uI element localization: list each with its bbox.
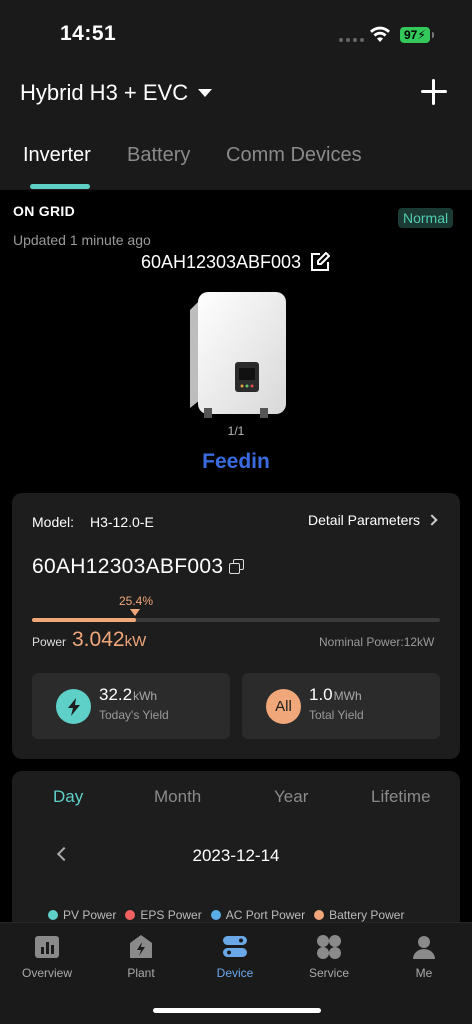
lightning-icon: [56, 689, 91, 724]
model-value: H3-12.0-E: [90, 514, 154, 530]
nav-service[interactable]: Service: [282, 933, 376, 980]
copy-icon[interactable]: [229, 559, 245, 575]
battery-level: 97: [404, 28, 418, 42]
work-mode: Feedin: [202, 450, 270, 473]
today-yield-value: 32.2: [99, 685, 133, 704]
battery-indicator: 97⚡: [400, 27, 434, 43]
legend-label: PV Power: [63, 908, 117, 922]
legend-item-eps-power[interactable]: EPS Power: [125, 908, 202, 922]
device-pager: 1/1: [227, 424, 245, 438]
device-tabs: Inverter Battery Comm Devices: [0, 140, 472, 190]
station-selector[interactable]: Hybrid H3 + EVC: [20, 80, 213, 106]
period-tab-lifetime[interactable]: Lifetime: [371, 787, 431, 807]
nav-overview[interactable]: Overview: [0, 933, 94, 980]
power-unit: kW: [124, 633, 147, 650]
power-value-row: 3.042kW: [72, 628, 146, 652]
chart-icon: [35, 936, 59, 958]
serial-copy-row: 60AH12303ABF003: [32, 555, 245, 579]
tab-battery[interactable]: Battery: [127, 144, 190, 167]
device-icon: [223, 936, 247, 957]
grid-status: ON GRID: [13, 203, 75, 219]
nav-plant[interactable]: Plant: [94, 933, 188, 980]
app-header: Hybrid H3 + EVC Inverter Battery Comm De…: [0, 64, 472, 190]
inverter-serial-large: 60AH12303ABF003: [32, 555, 224, 578]
legend-dot: [125, 910, 136, 920]
add-button[interactable]: [418, 76, 450, 108]
legend-label: Battery Power: [329, 908, 405, 922]
model-label: Model:: [32, 514, 75, 530]
total-yield-label: Total Yield: [309, 708, 364, 722]
nav-label: Service: [308, 966, 349, 980]
inverter-detail-card: Model: H3-12.0-E Detail Parameters 60AH1…: [12, 493, 460, 759]
legend-item-pv-power[interactable]: PV Power: [48, 908, 116, 922]
nominal-power: Nominal Power:12kW: [319, 635, 435, 649]
legend-dot: [210, 910, 221, 920]
plant-icon: [130, 935, 152, 958]
power-chart-card: Day Month Year Lifetime 2023-12-14 PV Po…: [12, 771, 460, 931]
nav-label: Overview: [21, 966, 72, 980]
period-tab-month[interactable]: Month: [154, 787, 201, 807]
legend-dot: [314, 910, 325, 920]
total-yield-unit: MWh: [333, 689, 362, 703]
power-label: Power: [32, 635, 67, 649]
period-tab-year[interactable]: Year: [274, 787, 308, 807]
detail-parameters-link[interactable]: Detail Parameters: [308, 512, 438, 528]
nav-label: Me: [415, 966, 433, 980]
chart-legend: PV Power EPS Power AC Port Power Battery…: [48, 908, 404, 922]
progress-marker-icon: [130, 609, 140, 616]
today-yield-unit: kWh: [133, 689, 158, 703]
tab-comm-devices[interactable]: Comm Devices: [226, 144, 362, 167]
legend-label: AC Port Power: [225, 908, 306, 922]
nav-me[interactable]: Me: [377, 933, 471, 980]
person-icon: [413, 936, 435, 959]
inverter-serial: 60AH12303ABF003: [140, 251, 302, 272]
total-yield-value-row: 1.0MWh: [309, 685, 362, 705]
chevron-right-icon: [426, 514, 438, 526]
nav-device[interactable]: Device: [188, 933, 282, 980]
progress-percent: 25.4%: [119, 594, 154, 608]
status-badge: Normal: [398, 208, 454, 228]
status-bar: 14:51 97⚡: [0, 0, 472, 64]
power-value: 3.042: [72, 628, 125, 651]
charging-icon: ⚡: [417, 28, 426, 42]
period-tab-day[interactable]: Day: [53, 787, 83, 807]
legend-label: EPS Power: [140, 908, 202, 922]
today-yield-label: Today's Yield: [99, 708, 169, 722]
total-yield-icon: All: [266, 689, 301, 724]
detail-parameters-label: Detail Parameters: [308, 512, 421, 528]
legend-item-battery-power[interactable]: Battery Power: [314, 908, 404, 922]
power-progress-fill: [32, 618, 136, 622]
total-yield-value: 1.0: [309, 685, 333, 704]
home-indicator[interactable]: [153, 1008, 321, 1013]
station-name: Hybrid H3 + EVC: [20, 80, 189, 105]
updated-time: Updated 1 minute ago: [13, 232, 151, 248]
wifi-icon: [370, 26, 390, 42]
today-yield-value-row: 32.2kWh: [99, 685, 157, 705]
tab-inverter[interactable]: Inverter: [23, 144, 91, 167]
grid-icon: [317, 935, 341, 959]
inverter-image: [190, 292, 286, 418]
caret-down-icon: [198, 89, 213, 97]
tab-indicator: [30, 184, 90, 189]
cellular-signal-icon: [339, 38, 364, 42]
edit-icon[interactable]: [309, 251, 331, 273]
total-yield-box: All 1.0MWh Total Yield: [242, 673, 440, 739]
nav-label: Device: [216, 966, 254, 980]
nav-label: Plant: [127, 966, 155, 980]
legend-dot: [48, 910, 58, 920]
power-progress-bar: [32, 618, 440, 622]
serial-row: 60AH12303ABF003: [0, 251, 472, 273]
today-yield-box: 32.2kWh Today's Yield: [32, 673, 230, 739]
legend-item-ac-port-power[interactable]: AC Port Power: [210, 908, 306, 922]
chart-date: 2023-12-14: [192, 846, 280, 865]
status-time: 14:51: [60, 22, 117, 45]
